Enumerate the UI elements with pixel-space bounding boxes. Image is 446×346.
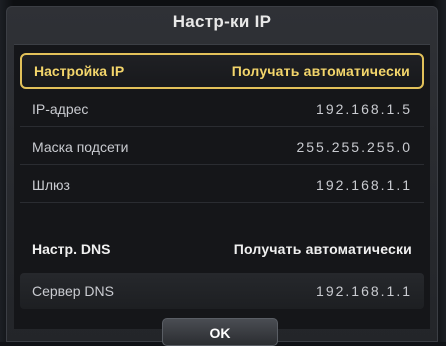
ip-settings-value: Получать автоматически — [231, 63, 410, 79]
dns-settings-row[interactable]: Настр. DNS Получать автоматически — [20, 231, 424, 267]
ip-address-label: IP-адрес — [32, 100, 89, 117]
settings-panel: Настройка IP Получать автоматически IP-а… — [14, 44, 430, 329]
dialog-title: Настр-ки IP — [172, 12, 272, 31]
dns-server-row[interactable]: Сервер DNS 192.168.1.1 — [20, 273, 424, 309]
gateway-label: Шлюз — [32, 176, 70, 193]
gateway-row[interactable]: Шлюз 192.168.1.1 — [20, 167, 424, 203]
subnet-mask-value: 255.255.255.0 — [296, 138, 412, 155]
dns-server-value: 192.168.1.1 — [316, 283, 412, 299]
ip-settings-row[interactable]: Настройка IP Получать автоматически — [20, 53, 424, 89]
dns-server-label: Сервер DNS — [32, 283, 114, 299]
ip-address-value: 192.168.1.5 — [316, 100, 412, 117]
dns-settings-value: Получать автоматически — [233, 241, 412, 257]
subnet-mask-row[interactable]: Маска подсети 255.255.255.0 — [20, 129, 424, 165]
subnet-mask-label: Маска подсети — [32, 138, 129, 155]
ip-settings-label: Настройка IP — [34, 63, 125, 79]
dns-settings-label: Настр. DNS — [32, 241, 111, 257]
ip-settings-dialog: Настр-ки IP Настройка IP Получать автома… — [6, 6, 438, 346]
ip-address-row[interactable]: IP-адрес 192.168.1.5 — [20, 91, 424, 127]
gateway-value: 192.168.1.1 — [316, 176, 412, 193]
